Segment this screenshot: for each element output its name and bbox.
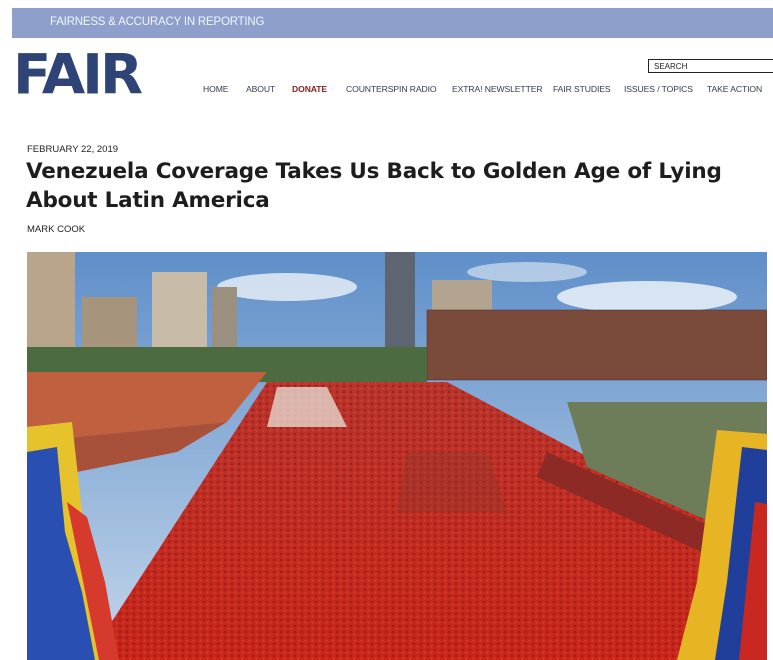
article-photo: [27, 252, 767, 660]
fair-logo[interactable]: FAIR: [13, 46, 143, 106]
nav-about[interactable]: ABOUT: [246, 84, 275, 94]
nav-issues-topics[interactable]: ISSUES / TOPICS: [624, 84, 693, 94]
nav-home[interactable]: HOME: [203, 84, 228, 94]
tagline: FAIRNESS & ACCURACY IN REPORTING: [50, 16, 265, 28]
article-date: FEBRUARY 22, 2019: [27, 144, 119, 155]
nav-extra-newsletter[interactable]: EXTRA! NEWSLETTER: [452, 84, 543, 94]
nav-donate[interactable]: DONATE: [292, 84, 327, 94]
article-author[interactable]: MARK COOK: [27, 224, 85, 235]
search-box[interactable]: [648, 59, 773, 73]
nav-fair-studies[interactable]: FAIR STUDIES: [553, 84, 611, 94]
article-title: Venezuela Coverage Takes Us Back to Gold…: [26, 159, 722, 213]
search-input[interactable]: [654, 61, 769, 72]
nav-take-action[interactable]: TAKE ACTION: [707, 84, 762, 94]
nav-counterspin-radio[interactable]: COUNTERSPIN RADIO: [346, 84, 437, 94]
top-banner: FAIRNESS & ACCURACY IN REPORTING: [12, 8, 773, 38]
